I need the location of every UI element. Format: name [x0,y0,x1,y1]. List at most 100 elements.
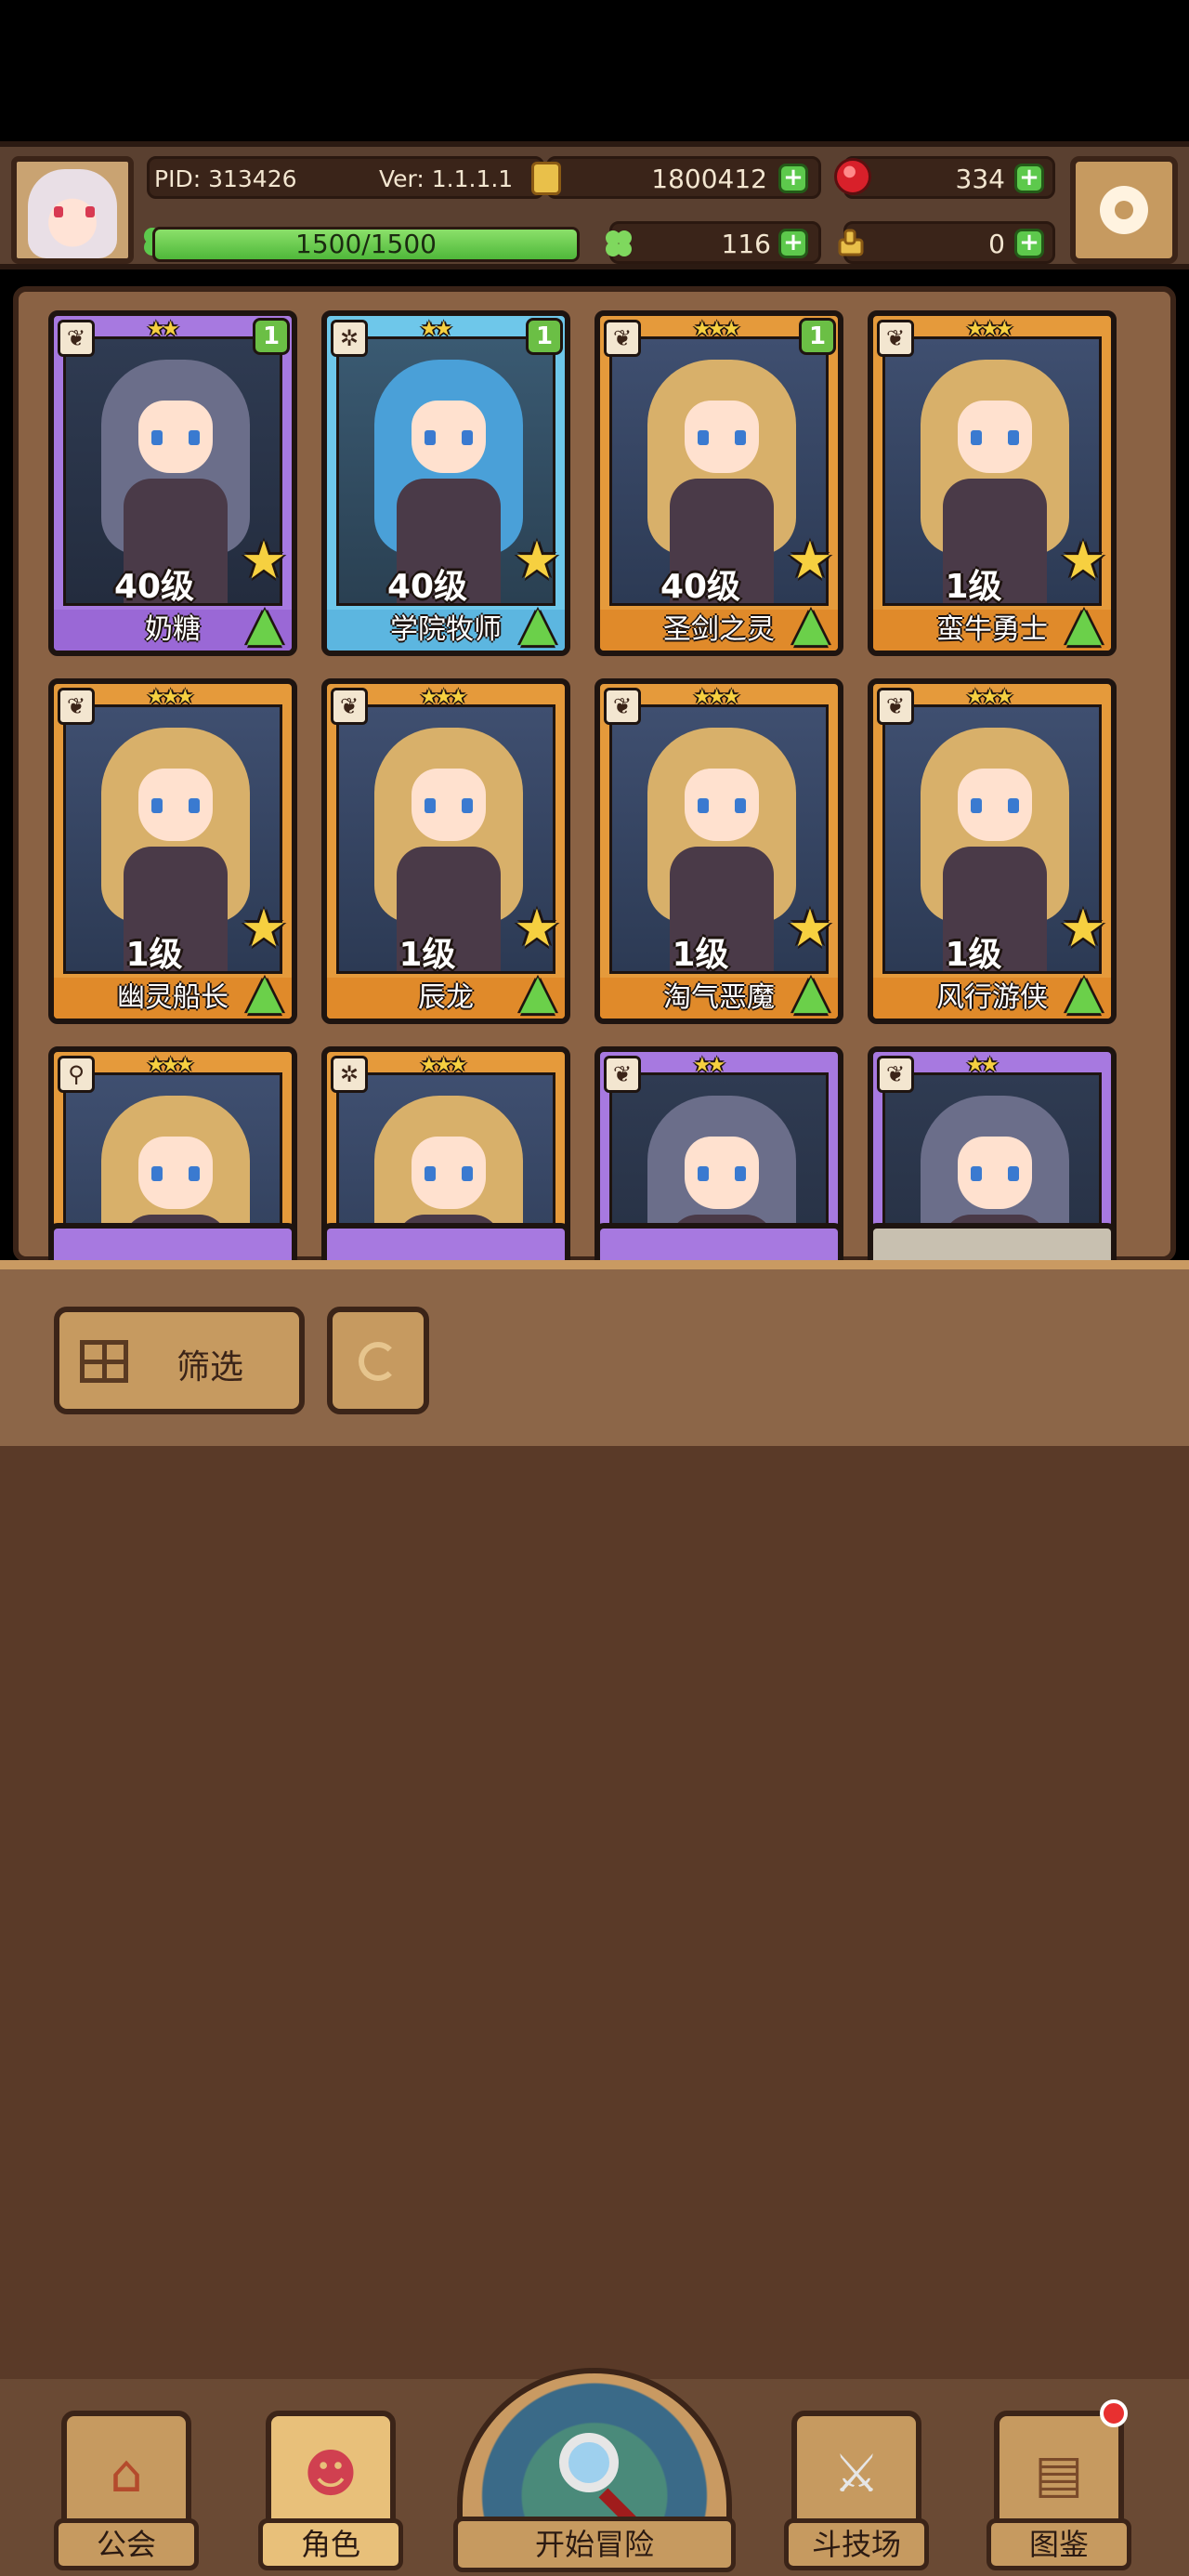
leaf-icon: ❦ [58,320,95,357]
nav-character-label: 角色 [258,2518,403,2570]
star-upgrade-icon: ★ [240,899,288,959]
character-card[interactable]: ❦ ★★★ 1级 风行游侠 ★ ▲ [868,678,1117,1024]
leaf-icon: ❦ [331,688,368,725]
rarity-stars: ★★★ [966,318,1013,341]
notification-dot [1100,2399,1128,2427]
count-badge: 1 [799,318,836,355]
refresh-button[interactable] [327,1307,429,1414]
character-card[interactable]: ✲ ★★ 1 40级 学院牧师 ★ ▲ [321,310,570,656]
character-eye [462,798,473,813]
character-level: 40级 [660,568,741,606]
settings-button[interactable] [1070,156,1178,264]
nav-tile: ⚔ [791,2411,921,2531]
character-face [412,401,486,473]
character-eye [425,798,436,813]
add-gold-button[interactable]: + [778,164,808,193]
filter-button[interactable]: 筛选 [54,1307,305,1414]
partial-card[interactable] [868,1223,1117,1260]
start-adventure-label: 开始冒险 [453,2517,736,2572]
character-eye [1008,1166,1019,1181]
star-upgrade-icon: ★ [513,531,561,591]
character-card[interactable]: ❦ ★★★ 1级 蛮牛勇士 ★ ▲ [868,310,1117,656]
nav-tile: ⌂ [61,2411,191,2531]
rarity-stars: ★★★ [420,686,467,709]
add-wood-button[interactable]: + [1014,229,1044,258]
rarity-stars: ★★ [420,318,453,341]
start-adventure-button[interactable]: 开始冒险 [453,2368,736,2576]
gear-hole [1115,201,1133,219]
cog-icon: ✲ [331,320,368,357]
add-ruby-button[interactable]: + [1014,164,1044,193]
avatar-portrait [28,169,117,258]
partial-card[interactable] [594,1223,843,1260]
character-eye [735,1166,746,1181]
upgrade-arrow-icon: ▲ [519,965,556,1019]
avatar-eye-left [54,206,63,217]
character-level: 1级 [945,568,1002,606]
nav-tile: ☻ [266,2411,396,2531]
leaf-icon: ❦ [604,1056,641,1093]
upgrade-arrow-icon: ▲ [792,597,830,651]
energy-bar: 1500/1500 [152,227,580,262]
nav-character[interactable]: ☻ 角色 [258,2411,403,2574]
character-eye [698,798,709,813]
character-card[interactable]: ❦ ★★★ 1级 幽灵船长 ★ ▲ [48,678,297,1024]
rarity-stars: ★★★ [693,318,740,341]
filter-label: 筛选 [176,1348,244,1387]
character-face [138,1137,213,1209]
character-eye [189,430,200,445]
wand-icon: ⚲ [58,1056,95,1093]
ruby-amount: 334 [955,164,1005,194]
character-eye [971,798,982,813]
star-upgrade-icon: ★ [240,531,288,591]
character-face [958,401,1032,473]
partial-card[interactable] [321,1223,570,1260]
nav-tile: ▤ [994,2411,1124,2531]
crossed-swords-icon: ⚔ [832,2444,881,2504]
nav-guild[interactable]: ⌂ 公会 [54,2411,199,2574]
character-card[interactable]: ❦ ★★★ 1级 淘气恶魔 ★ ▲ [594,678,843,1024]
partial-card[interactable] [48,1223,297,1260]
avatar-eye-right [85,206,95,217]
add-clover-button[interactable]: + [778,229,808,258]
rarity-stars: ★★★ [147,1054,194,1077]
character-face [685,769,759,841]
character-card[interactable]: ❦ ★★★ 1 40级 圣剑之灵 ★ ▲ [594,310,843,656]
clover-amount: 116 [721,229,771,259]
cog-icon: ✲ [331,1056,368,1093]
status-area [0,0,1189,141]
count-badge: 1 [526,318,563,355]
character-eye [462,430,473,445]
character-face [412,769,486,841]
nav-arena-label: 斗技场 [784,2518,929,2570]
character-face [685,401,759,473]
character-face [412,1137,486,1209]
refresh-icon [359,1342,398,1381]
nav-codex[interactable]: ▤ 图鉴 [986,2399,1131,2574]
player-avatar[interactable] [11,156,134,264]
character-card[interactable]: ❦ ★★ 1 40级 奶糖 ★ ▲ [48,310,297,656]
rarity-stars: ★★ [966,1054,1000,1077]
nav-arena[interactable]: ⚔ 斗技场 [784,2411,929,2574]
character-face [958,1137,1032,1209]
character-eye [151,798,163,813]
player-id: PID: 313426 [154,165,297,192]
ruby-gem-icon [834,158,871,195]
gold-coin-icon [531,162,561,195]
grid-icon [80,1340,128,1383]
leaf-icon: ❦ [58,688,95,725]
character-face [138,769,213,841]
leaf-icon: ❦ [877,688,914,725]
leaf-icon: ❦ [604,320,641,357]
guild-house-icon: ⌂ [110,2444,143,2504]
wood-icon [838,229,864,256]
character-face [958,769,1032,841]
character-eye [1008,430,1019,445]
upgrade-arrow-icon: ▲ [246,965,283,1019]
character-icon: ☻ [303,2444,359,2504]
character-eye [425,430,436,445]
top-resource-bar: PID: 313426 Ver: 1.1.1.1 1800412 + 334 +… [0,141,1189,269]
character-card[interactable]: ❦ ★★★ 1级 辰龙 ★ ▲ [321,678,570,1024]
character-level: 1级 [125,936,183,974]
character-level: 1级 [945,936,1002,974]
